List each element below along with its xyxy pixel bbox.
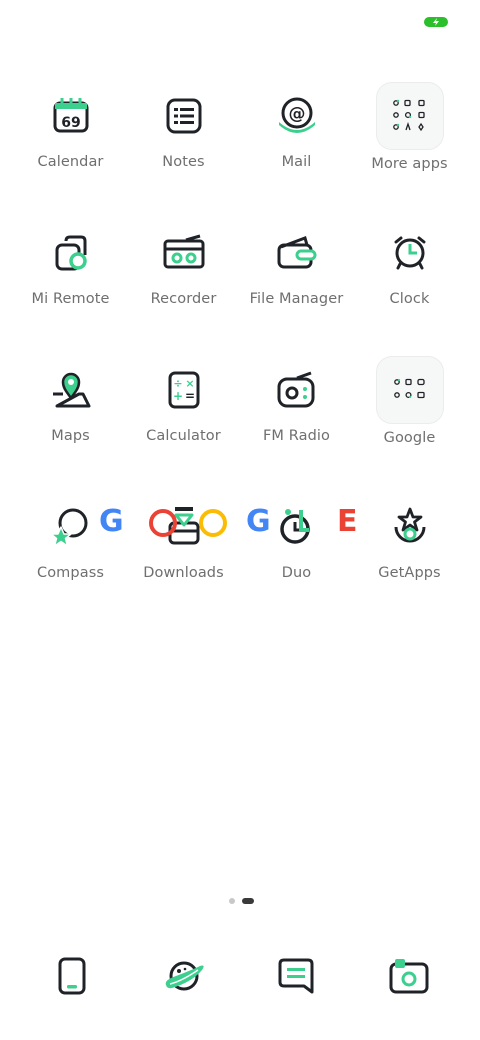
folder-file-icon: [277, 236, 316, 269]
app-label: Mail: [281, 154, 312, 170]
download-icon: [168, 507, 199, 545]
app-label: Duo: [281, 565, 312, 581]
folder-icon: [375, 356, 444, 424]
app-mi-remote[interactable]: Mi Remote: [14, 229, 127, 366]
app-label: Mi Remote: [31, 291, 110, 307]
app-row: 69 Calendar Notes @ Mail More apps: [14, 82, 466, 229]
remote-icon: [55, 235, 87, 271]
app-downloads[interactable]: Downloads: [127, 503, 240, 640]
app-label: Calendar: [37, 154, 104, 170]
app-row: Maps ÷ × + = Calculator FM Radio Google: [14, 356, 466, 503]
folder-icon: [375, 82, 444, 150]
app-label: Downloads: [143, 565, 224, 581]
dock-camera[interactable]: [381, 948, 437, 1004]
page-dot[interactable]: [229, 898, 235, 904]
app-fm-radio[interactable]: FM Radio: [240, 366, 353, 503]
app-grid: 69 Calendar Notes @ Mail More apps Mi Re…: [14, 82, 466, 640]
app-label: GetApps: [378, 565, 441, 581]
map-pin-icon: [52, 372, 90, 408]
calendar-icon: 69: [53, 98, 88, 133]
app-getapps[interactable]: GetApps: [353, 503, 466, 640]
app-maps[interactable]: Maps: [14, 366, 127, 503]
getapps-icon: [394, 507, 425, 543]
messaging-icon: [278, 958, 314, 994]
page-indicator[interactable]: [0, 898, 480, 906]
mail-icon: @: [278, 97, 315, 133]
app-duo[interactable]: Duo: [240, 503, 353, 640]
calendar-date: 69: [61, 115, 80, 131]
svg-text:@: @: [288, 104, 305, 124]
app-notes[interactable]: Notes: [127, 92, 240, 229]
app-row: Compass Downloads Duo GetApps: [14, 503, 466, 640]
duo-icon: [279, 509, 310, 544]
phone-icon: [58, 957, 86, 995]
alarm-clock-icon: [394, 236, 425, 270]
app-clock[interactable]: Clock: [353, 229, 466, 366]
app-recorder[interactable]: Recorder: [127, 229, 240, 366]
svg-text:=: =: [184, 389, 194, 403]
app-label: FM Radio: [262, 428, 330, 444]
recorder-icon: [163, 234, 204, 269]
app-label: Maps: [51, 428, 90, 444]
app-mail[interactable]: @ Mail: [240, 92, 353, 229]
app-label: Calculator: [146, 428, 221, 444]
app-compass[interactable]: Compass: [14, 503, 127, 640]
battery-charging-icon: [424, 17, 448, 27]
app-calculator[interactable]: ÷ × + = Calculator: [127, 366, 240, 503]
app-row: Mi Remote Recorder File Manager Clock: [14, 229, 466, 366]
app-label: Notes: [162, 154, 205, 170]
calculator-icon: ÷ × + =: [168, 371, 199, 409]
page-dot-active[interactable]: [242, 898, 254, 904]
notes-icon: [166, 98, 201, 134]
browser-planet-icon: [165, 961, 204, 991]
app-label: Recorder: [150, 291, 217, 307]
dock-browser[interactable]: [156, 948, 212, 1004]
app-label: Google: [383, 430, 436, 446]
app-label: More apps: [371, 156, 448, 172]
compass-icon: [49, 508, 87, 547]
app-label: Compass: [36, 565, 105, 581]
radio-icon: [277, 371, 314, 408]
folder-more-apps[interactable]: More apps: [353, 82, 466, 229]
dock-phone[interactable]: [44, 948, 100, 1004]
app-label: Clock: [389, 291, 430, 307]
dock-messaging[interactable]: [268, 948, 324, 1004]
camera-icon: [389, 959, 429, 994]
status-bar: [0, 0, 480, 44]
app-calendar[interactable]: 69 Calendar: [14, 92, 127, 229]
app-label: File Manager: [249, 291, 344, 307]
app-file-manager[interactable]: File Manager: [240, 229, 353, 366]
folder-google[interactable]: Google: [353, 356, 466, 503]
svg-text:+: +: [172, 389, 182, 403]
dock: [0, 948, 480, 1004]
